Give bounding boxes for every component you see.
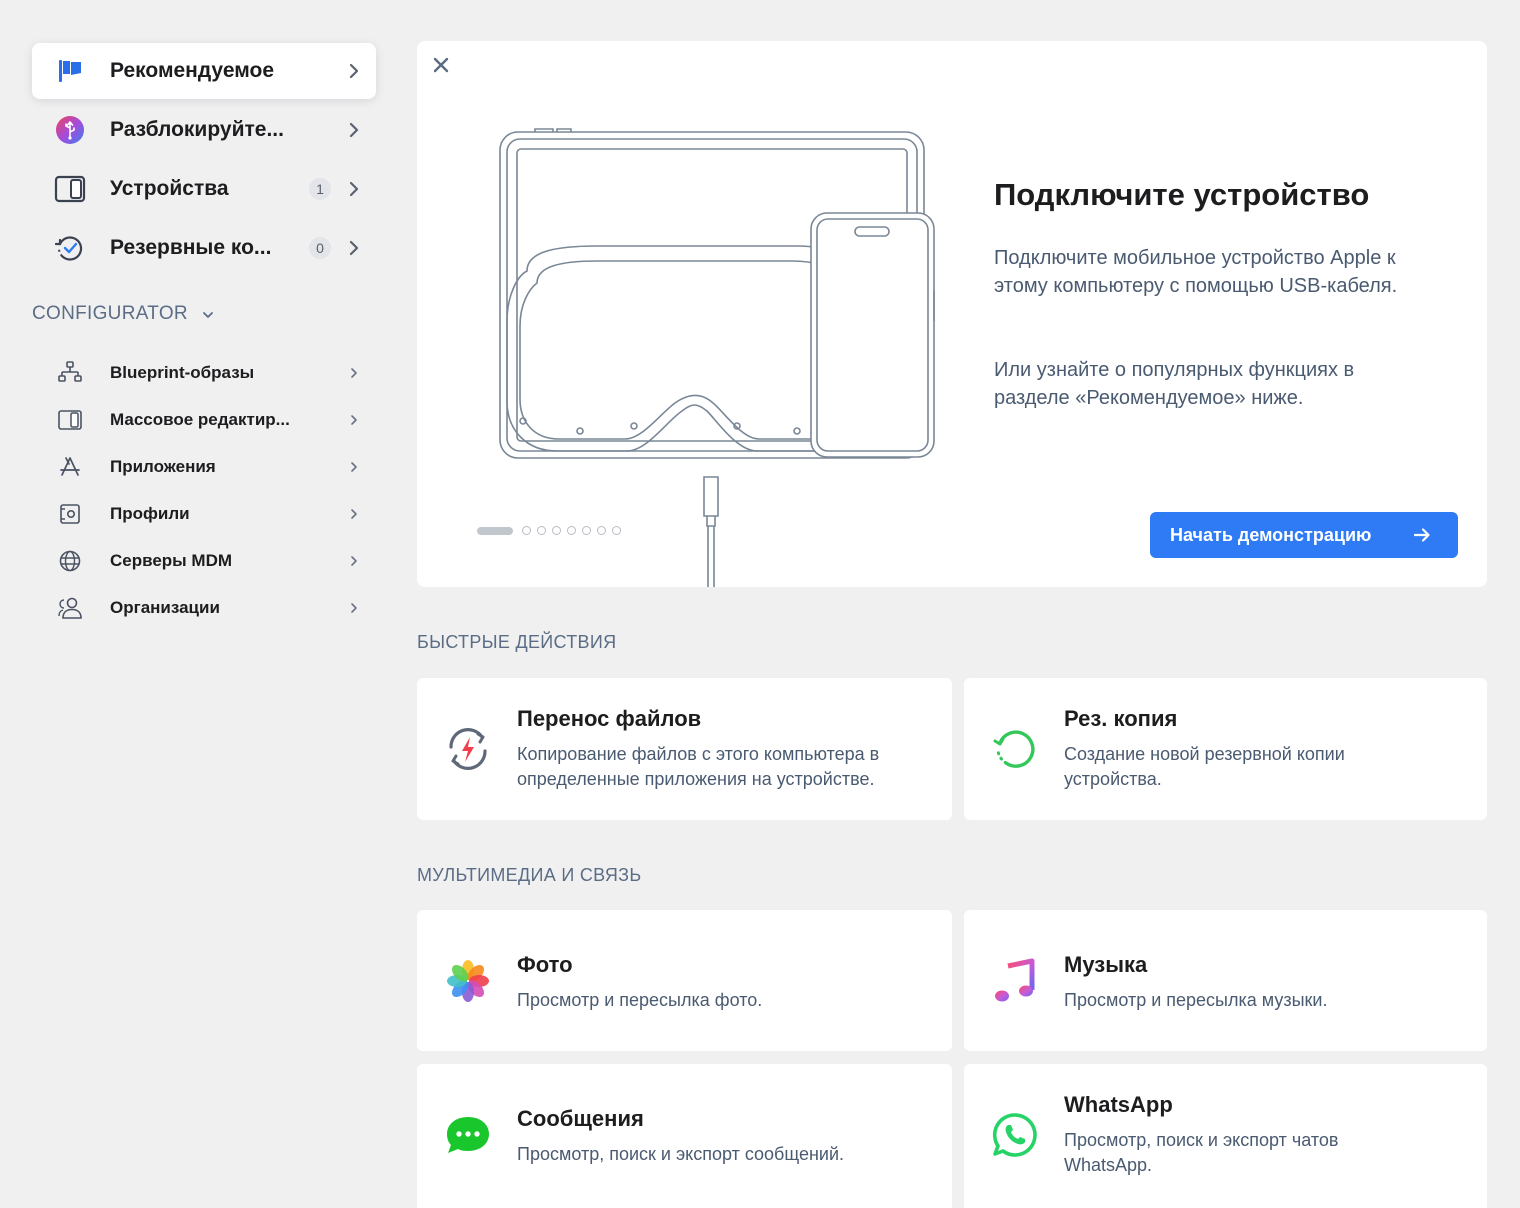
card-title: Музыка [1064, 952, 1148, 977]
sidebar: Рекомендуемое Разблокируйте... Устройств… [0, 0, 400, 1208]
chevron-right-icon [346, 234, 362, 262]
devices-icon [54, 173, 86, 205]
sub-item-label: Массовое редактир... [110, 410, 290, 429]
hero-description: Подключите мобильное устройство Apple к … [994, 247, 1398, 297]
sidebar-item-featured[interactable]: Рекомендуемое [32, 43, 376, 99]
sidebar-item-mass-edit[interactable]: Массовое редактир... [32, 400, 376, 440]
arrow-right-icon [1413, 528, 1430, 542]
sidebar-item-label: Разблокируйте... [110, 118, 284, 141]
messages-card[interactable]: Сообщения Просмотр, поиск и экспорт сооб… [417, 1064, 952, 1208]
sidebar-item-unlock[interactable]: Разблокируйте... [32, 102, 376, 158]
app-store-icon [54, 455, 86, 479]
sidebar-item-apps[interactable]: Приложения [32, 447, 376, 487]
chevron-right-icon [348, 365, 360, 381]
sidebar-item-devices[interactable]: Устройства 1 [32, 161, 376, 217]
count-badge: 0 [309, 237, 331, 259]
card-description: Просмотр, поиск и экспорт сообщений. [517, 1144, 845, 1164]
flag-icon [54, 55, 86, 87]
card-description: Создание новой резервной копии устройств… [1064, 744, 1345, 789]
hero-description-secondary: Или узнайте о популярных функциях в разд… [994, 359, 1355, 409]
sidebar-item-organizations[interactable]: Организации [32, 588, 376, 628]
sub-item-label: Серверы MDM [110, 551, 233, 570]
music-icon [988, 954, 1042, 1008]
sidebar-item-mdm-servers[interactable]: Серверы MDM [32, 541, 376, 581]
device-illustration [499, 128, 935, 587]
backup-icon [54, 232, 86, 264]
count-badge: 1 [309, 178, 331, 200]
sidebar-item-label: Устройства [110, 177, 229, 200]
sub-item-label: Организации [110, 598, 220, 617]
file-transfer-card[interactable]: Перенос файлов Копирование файлов с этог… [417, 678, 952, 820]
messages-icon [441, 1108, 495, 1162]
card-description: Просмотр и пересылка музыки. [1064, 990, 1328, 1010]
people-icon [54, 596, 86, 620]
page-dot-active[interactable] [477, 526, 513, 535]
page-indicator [477, 526, 621, 535]
chevron-right-icon [346, 116, 362, 144]
file-transfer-icon [441, 722, 495, 776]
quick-actions-title: БЫСТРЫЕ ДЕЙСТВИЯ [417, 632, 617, 652]
whatsapp-card[interactable]: WhatsApp Просмотр, поиск и экспорт чатов… [964, 1064, 1487, 1208]
media-title: МУЛЬТИМЕДИА И СВЯЗЬ [417, 865, 642, 885]
sub-item-label: Профили [110, 504, 190, 523]
profile-gear-icon [54, 502, 86, 526]
page-dot[interactable] [567, 526, 576, 535]
chevron-right-icon [348, 600, 360, 616]
photos-card[interactable]: Фото Просмотр и пересылка фото. [417, 910, 952, 1051]
chevron-right-icon [348, 506, 360, 522]
card-title: Перенос файлов [517, 706, 702, 731]
card-description: Просмотр, поиск и экспорт чатов WhatsApp… [1064, 1130, 1339, 1175]
start-demo-button[interactable]: Начать демонстрацию [1150, 512, 1458, 558]
sidebar-item-label: Резервные ко... [110, 236, 272, 259]
card-title: Сообщения [517, 1106, 644, 1131]
blueprint-icon [54, 361, 86, 385]
sub-item-label: Приложения [110, 457, 216, 476]
chevron-right-icon [348, 459, 360, 475]
unlock-usb-icon [54, 114, 86, 146]
connect-device-panel: Подключите устройство Подключите мобильн… [417, 41, 1487, 587]
page-dot[interactable] [612, 526, 621, 535]
photos-icon [441, 954, 495, 1008]
backup-circle-icon [988, 722, 1042, 776]
page-dot[interactable] [522, 526, 531, 535]
chevron-right-icon [346, 175, 362, 203]
page-dot[interactable] [597, 526, 606, 535]
sidebar-item-blueprints[interactable]: Blueprint-образы [32, 353, 376, 393]
chevron-down-icon [202, 303, 214, 325]
page-dot[interactable] [582, 526, 591, 535]
hero-title: Подключите устройство [994, 177, 1370, 212]
globe-icon [54, 549, 86, 573]
page-dot[interactable] [537, 526, 546, 535]
start-demo-label: Начать демонстрацию [1170, 524, 1372, 545]
sidebar-item-profiles[interactable]: Профили [32, 494, 376, 534]
music-card[interactable]: Музыка Просмотр и пересылка музыки. [964, 910, 1487, 1051]
card-title: Фото [517, 952, 573, 977]
chevron-right-icon [346, 57, 362, 85]
chevron-right-icon [348, 412, 360, 428]
page-dot[interactable] [552, 526, 561, 535]
mass-edit-icon [54, 408, 86, 432]
section-title: CONFIGURATOR [32, 303, 188, 324]
card-title: Рез. копия [1064, 706, 1178, 731]
chevron-right-icon [348, 553, 360, 569]
whatsapp-icon [988, 1108, 1042, 1162]
card-description: Просмотр и пересылка фото. [517, 990, 763, 1010]
configurator-section-header[interactable]: CONFIGURATOR [32, 303, 214, 325]
sub-item-label: Blueprint-образы [110, 363, 255, 382]
sidebar-item-backups[interactable]: Резервные ко... 0 [32, 220, 376, 276]
backup-card[interactable]: Рез. копия Создание новой резервной копи… [964, 678, 1487, 820]
sidebar-item-label: Рекомендуемое [110, 59, 275, 82]
card-title: WhatsApp [1064, 1092, 1173, 1117]
close-icon[interactable] [429, 53, 453, 77]
card-description: Копирование файлов с этого компьютера в … [517, 744, 880, 789]
